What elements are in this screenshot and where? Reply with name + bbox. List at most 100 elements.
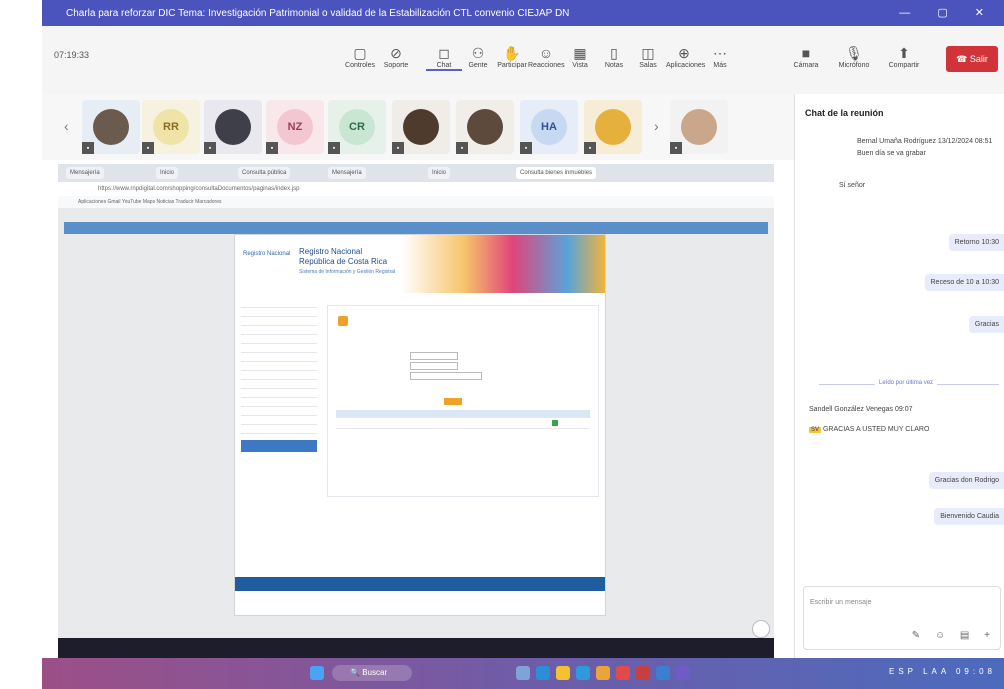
participant-tile[interactable]: RR ▪ bbox=[142, 100, 200, 154]
browser-tab[interactable]: Mensajería bbox=[328, 167, 366, 179]
registry-subtitle: Sistema de Información y Gestión Registr… bbox=[299, 269, 396, 275]
menu-item-selected[interactable] bbox=[241, 440, 317, 452]
registry-search-form bbox=[327, 305, 599, 497]
menu-item[interactable] bbox=[241, 308, 317, 317]
rooms-button[interactable]: ◫ Salas bbox=[630, 44, 666, 69]
menu-item[interactable] bbox=[241, 335, 317, 344]
strip-prev-icon[interactable]: ‹ bbox=[64, 118, 69, 134]
address-bar[interactable]: https://www.rnpdigital.com/shopping/cons… bbox=[58, 182, 774, 196]
store-icon[interactable] bbox=[576, 666, 590, 680]
bookmarks-bar: Aplicaciones Gmail YouTube Maps Noticias… bbox=[58, 196, 774, 208]
microphone-button[interactable]: 🎙 Micrófono bbox=[836, 44, 872, 69]
menu-item[interactable] bbox=[241, 380, 317, 389]
taskbar-search[interactable]: 🔍 Buscar bbox=[332, 665, 412, 681]
participant-tile[interactable]: ▪ bbox=[392, 100, 450, 154]
menu-item[interactable] bbox=[241, 317, 317, 326]
chat-button[interactable]: ◻ Chat bbox=[426, 44, 462, 71]
last-read-label: Leído por última vez bbox=[875, 380, 938, 386]
chrome-icon[interactable] bbox=[596, 666, 610, 680]
leave-button[interactable]: ☎ Salir bbox=[946, 46, 998, 72]
participant-tile[interactable]: ▪ bbox=[204, 100, 262, 154]
camera-icon: ■ bbox=[801, 45, 811, 61]
menu-item[interactable] bbox=[241, 389, 317, 398]
search-button[interactable] bbox=[444, 398, 462, 405]
registry-panel: Registro Nacional Registro Nacional Repú… bbox=[234, 234, 606, 616]
app-icon[interactable] bbox=[616, 666, 630, 680]
select-field[interactable] bbox=[410, 352, 458, 360]
start-icon[interactable] bbox=[310, 666, 324, 680]
registry-title-line2: República de Costa Rica bbox=[299, 257, 388, 266]
menu-item[interactable] bbox=[241, 326, 317, 335]
raise-hand-button[interactable]: ✋ Participar bbox=[494, 44, 530, 69]
windows-taskbar: 🔍 Buscar ESP LAA 09:08 bbox=[42, 658, 1004, 689]
pdf-icon[interactable] bbox=[636, 666, 650, 680]
apps-button[interactable]: ⊕ Aplicaciones bbox=[666, 44, 705, 69]
chat-msg-author: Bernal Umaña Rodríguez 13/12/2024 08:51 bbox=[857, 138, 993, 145]
participant-tile[interactable]: ▪ bbox=[456, 100, 514, 154]
controls-button[interactable]: ▢ Controles bbox=[342, 44, 378, 69]
participant-photo bbox=[467, 109, 503, 145]
compose-placeholder[interactable]: Escribir un mensaje bbox=[810, 599, 871, 606]
page-top-bar bbox=[64, 222, 768, 234]
chat-msg-text-content: GRACIAS A USTED MUY CLARO bbox=[822, 426, 930, 433]
browser-tab[interactable]: Mensajería bbox=[66, 167, 104, 179]
menu-item[interactable] bbox=[241, 425, 317, 434]
chat-panel: Chat de la reunión Bernal Umaña Rodrígue… bbox=[794, 94, 1004, 658]
strip-next-icon[interactable]: › bbox=[654, 118, 659, 134]
browser-tab[interactable]: Inicio bbox=[428, 167, 451, 179]
input-field[interactable] bbox=[410, 372, 482, 380]
last-read-divider: Leído por última vez bbox=[819, 380, 999, 386]
reactions-button[interactable]: ☺ Reacciones bbox=[528, 44, 565, 69]
select-field[interactable] bbox=[410, 362, 458, 370]
menu-item[interactable] bbox=[241, 353, 317, 362]
participant-tile[interactable]: HA ▪ bbox=[520, 100, 578, 154]
controls-icon: ▢ bbox=[353, 45, 367, 61]
files-icon[interactable] bbox=[556, 666, 570, 680]
menu-item[interactable] bbox=[241, 398, 317, 407]
browser-tab[interactable]: Consulta pública bbox=[238, 167, 291, 179]
compose-tools-icon[interactable]: ✎ ☺ ▤ + bbox=[912, 630, 996, 641]
menu-item[interactable] bbox=[241, 416, 317, 425]
view-label: Vista bbox=[572, 62, 588, 69]
share-button[interactable]: ⬆ Compartir bbox=[886, 44, 922, 69]
participant-photo bbox=[595, 109, 631, 145]
participant-tile[interactable]: ▪ bbox=[82, 100, 140, 154]
teams-icon[interactable] bbox=[676, 666, 690, 680]
browser-tab-active[interactable]: Consulta bienes inmuebles bbox=[516, 167, 597, 179]
browser-tab[interactable]: Inicio bbox=[156, 167, 179, 179]
participant-tile[interactable]: NZ ▪ bbox=[266, 100, 324, 154]
menu-item[interactable] bbox=[241, 362, 317, 371]
support-icon: ⊘ bbox=[390, 45, 402, 61]
chat-bubble-self: Gracias don Rodrigo bbox=[928, 472, 1004, 489]
share-label: Compartir bbox=[888, 62, 920, 69]
rooms-icon: ◫ bbox=[641, 45, 655, 61]
system-tray[interactable]: ESP LAA 09:08 bbox=[889, 667, 996, 676]
participant-tile[interactable]: ▪ bbox=[584, 100, 642, 154]
menu-item[interactable] bbox=[241, 407, 317, 416]
chat-bubble-self: Gracias bbox=[968, 316, 1004, 333]
participant-tile[interactable]: ▪ bbox=[670, 100, 728, 154]
menu-item[interactable] bbox=[241, 371, 317, 380]
people-button[interactable]: ⚇ Gente bbox=[460, 44, 496, 69]
registry-header: Registro Nacional Registro Nacional Repú… bbox=[235, 235, 605, 293]
window-controls[interactable]: — ▢ ✕ bbox=[899, 6, 996, 19]
task-view-icon[interactable] bbox=[516, 666, 530, 680]
more-button[interactable]: ⋯ Más bbox=[702, 44, 738, 69]
edge-icon[interactable] bbox=[536, 666, 550, 680]
recaptcha-icon[interactable] bbox=[752, 620, 770, 638]
menu-item[interactable] bbox=[241, 299, 317, 308]
camera-button[interactable]: ■ Cámara bbox=[788, 44, 824, 69]
compose-box[interactable]: Escribir un mensaje ✎ ☺ ▤ + bbox=[803, 586, 1001, 650]
mic-muted-icon: ▪ bbox=[142, 142, 154, 154]
participant-avatar: NZ bbox=[277, 109, 313, 145]
view-button[interactable]: ▦ Vista bbox=[562, 44, 598, 69]
outlook-icon[interactable] bbox=[656, 666, 670, 680]
notes-button[interactable]: ▯ Notas bbox=[596, 44, 632, 69]
support-button[interactable]: ⊘ Soporte bbox=[378, 44, 414, 69]
participant-tile[interactable]: CR ▪ bbox=[328, 100, 386, 154]
menu-item[interactable] bbox=[241, 344, 317, 353]
share-icon: ⬆ bbox=[898, 45, 910, 61]
chat-bubble-self: Receso de 10 a 10:30 bbox=[924, 274, 1004, 291]
participant-strip: ‹ › ▪ RR ▪ ▪ NZ ▪ CR ▪ ▪ ▪ HA ▪ ▪ ▪ bbox=[42, 94, 794, 160]
participant-photo bbox=[93, 109, 129, 145]
